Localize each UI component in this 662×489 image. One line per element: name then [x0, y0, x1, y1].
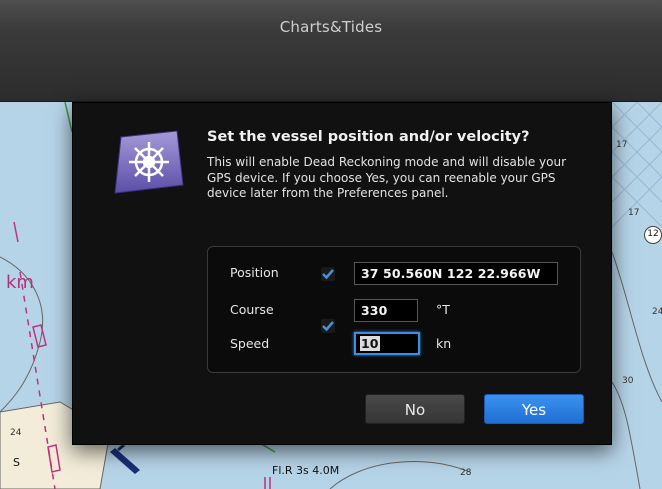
speed-input[interactable]: 10	[354, 332, 420, 355]
map-scale-label: km	[6, 272, 34, 293]
checkmark-icon	[322, 321, 334, 331]
depth-label: 24	[10, 428, 22, 438]
course-unit: °T	[436, 302, 450, 317]
position-label: Position	[230, 265, 279, 280]
depth-label: 17	[628, 208, 640, 218]
dead-reckoning-dialog: Set the vessel position and/or velocity?…	[72, 102, 612, 445]
depth-label: 24	[652, 307, 662, 317]
position-checkbox[interactable]	[321, 267, 335, 281]
window-titlebar: Charts&Tides	[0, 0, 662, 102]
checkmark-icon	[322, 269, 334, 279]
yes-button[interactable]: Yes	[484, 394, 584, 424]
velocity-checkbox[interactable]	[321, 319, 335, 333]
course-input[interactable]: 330	[354, 299, 418, 322]
speed-input-value: 10	[360, 336, 380, 351]
no-button[interactable]: No	[365, 394, 465, 424]
map-letter-label: S	[13, 456, 20, 469]
depth-label: 17	[616, 140, 628, 150]
buoy-label: Fl.R 3s 4.0M	[272, 464, 340, 477]
position-input[interactable]: 37 50.560N 122 22.966W	[354, 262, 558, 285]
vessel-fields-box: Position 37 50.560N 122 22.966W Course 3…	[207, 246, 581, 373]
depth-label: 28	[460, 468, 472, 478]
speed-unit: kn	[436, 336, 452, 351]
course-label: Course	[230, 302, 274, 317]
speed-label: Speed	[230, 336, 270, 351]
dialog-message: This will enable Dead Reckoning mode and…	[207, 155, 567, 200]
depth-label: 30	[622, 376, 634, 386]
window-title: Charts&Tides	[279, 18, 383, 36]
map-badge[interactable]: 12	[644, 226, 662, 244]
ship-wheel-icon	[107, 129, 185, 195]
dialog-heading: Set the vessel position and/or velocity?	[207, 129, 530, 145]
